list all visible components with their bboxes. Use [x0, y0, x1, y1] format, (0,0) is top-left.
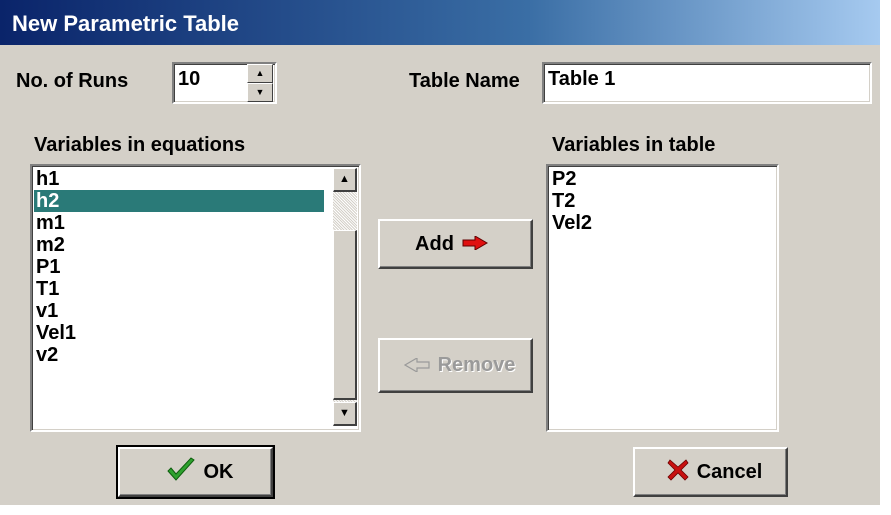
table-list-label: Variables in table — [552, 134, 716, 156]
ok-button[interactable]: OK — [116, 445, 275, 499]
arrow-right-icon — [462, 234, 488, 254]
list-item[interactable]: v1 — [36, 300, 58, 322]
table-name-input[interactable]: Table 1 — [542, 62, 872, 104]
scroll-thumb[interactable] — [333, 230, 357, 400]
list-item[interactable]: Vel2 — [552, 212, 592, 234]
list-item[interactable]: h1 — [36, 168, 59, 190]
remove-label: Remove — [437, 354, 516, 376]
list-item[interactable]: h2 — [34, 190, 324, 212]
spin-down-button[interactable]: ▼ — [247, 83, 273, 102]
table-name-value: Table 1 — [548, 68, 616, 90]
list-item[interactable]: Vel1 — [36, 322, 76, 344]
triangle-down-icon: ▼ — [255, 87, 265, 97]
equations-list-label: Variables in equations — [34, 134, 246, 156]
triangle-up-icon: ▲ — [255, 68, 265, 78]
add-label: Add — [415, 232, 454, 255]
spin-up-button[interactable]: ▲ — [247, 64, 273, 83]
list-item[interactable]: v2 — [36, 344, 58, 366]
list-item[interactable]: P1 — [36, 256, 60, 278]
table-name-label: Table Name — [409, 70, 520, 92]
add-button[interactable]: Add — [378, 219, 533, 269]
triangle-up-icon: ▲ — [339, 173, 350, 185]
arrow-left-icon — [403, 356, 430, 376]
runs-value: 10 — [178, 68, 201, 90]
equations-listbox[interactable]: h1 h2 m1 m2 P1 T1 v1 Vel1 v2 ▲ ▼ — [30, 164, 361, 432]
equations-scrollbar[interactable]: ▲ ▼ — [333, 168, 357, 426]
list-item[interactable]: m1 — [36, 212, 65, 234]
parametric-table-dialog: New Parametric Table No. of Runs 10 ▲ ▼ … — [0, 0, 880, 505]
list-item[interactable]: T1 — [36, 278, 59, 300]
scroll-up-button[interactable]: ▲ — [333, 168, 357, 192]
window-title: New Parametric Table — [12, 11, 240, 36]
list-item[interactable]: m2 — [36, 234, 65, 256]
list-item[interactable]: P2 — [552, 168, 576, 190]
triangle-down-icon: ▼ — [339, 407, 350, 419]
runs-label: No. of Runs — [16, 70, 129, 92]
runs-spinner[interactable]: ▲ ▼ — [247, 64, 273, 102]
title-bar[interactable]: New Parametric Table — [0, 0, 880, 45]
list-item[interactable]: T2 — [552, 190, 575, 212]
table-vars-listbox[interactable]: P2 T2 Vel2 — [546, 164, 779, 432]
cancel-label: Cancel — [696, 460, 763, 483]
scroll-down-button[interactable]: ▼ — [333, 402, 357, 426]
checkmark-icon — [166, 457, 196, 487]
x-icon — [667, 459, 689, 485]
remove-button[interactable]: Remove — [378, 338, 533, 393]
cancel-button[interactable]: Cancel — [633, 447, 788, 497]
runs-input[interactable]: 10 ▲ ▼ — [172, 62, 277, 104]
ok-label: OK — [203, 460, 234, 483]
